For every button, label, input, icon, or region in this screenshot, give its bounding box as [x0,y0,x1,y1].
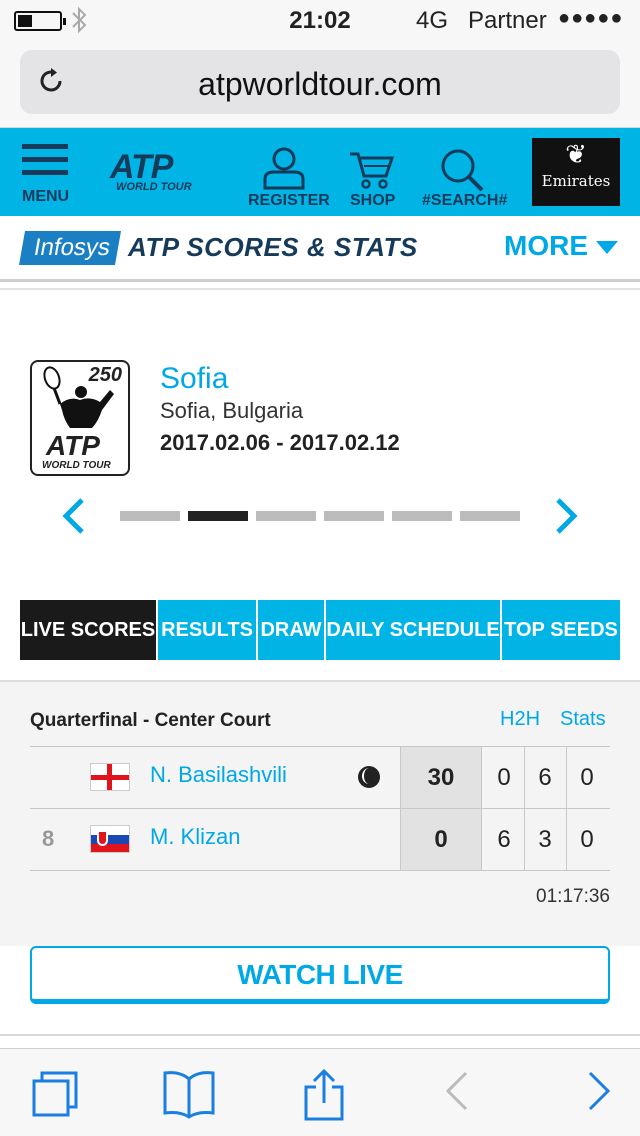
emirates-calligraphy-icon: ❦ [565,140,587,170]
watch-live-button[interactable]: WATCH LIVE [30,946,610,1004]
badge-atp: ATP [46,430,100,461]
tournament-badge: 250 ATP WORLD TOUR [30,360,130,476]
tab-daily-schedule[interactable]: DAILY SCHEDULE [326,600,500,660]
row-divider [30,870,610,871]
site-header: MENU ATP WORLD TOUR REGISTER SHOP #SEARC… [0,128,640,216]
atp-logo[interactable]: ATP WORLD TOUR [110,148,192,193]
divider [0,288,640,290]
menu-button[interactable]: MENU [22,188,69,206]
flag-georgia-icon [90,763,130,791]
tabs-icon[interactable] [30,1069,80,1124]
badge-sub: WORLD TOUR [42,460,111,471]
bookmarks-icon[interactable] [162,1069,216,1124]
match-duration: 01:17:36 [536,886,610,907]
set-score: 0 [497,764,511,791]
player-seed: 8 [42,826,55,851]
more-label: MORE [504,230,588,261]
tab-draw[interactable]: DRAW [258,600,324,660]
player-silhouette-icon [43,366,114,428]
shop-button[interactable]: SHOP [350,192,395,210]
network-type: 4G [416,7,449,34]
h2h-link[interactable]: H2H [500,708,540,731]
register-button[interactable]: REGISTER [248,192,330,210]
triangle-down-icon [596,241,618,255]
stats-link[interactable]: Stats [560,708,606,731]
carousel-dot[interactable] [324,511,384,521]
carousel-dot[interactable] [188,511,248,521]
tournament-dates: 2017.02.06 - 2017.02.12 [160,430,400,455]
watch-live-area: WATCH LIVE [0,946,640,1036]
infosys-logo: Infosys [19,231,122,265]
tab-top-seeds[interactable]: TOP SEEDS [502,600,620,660]
logo-sub-text: WORLD TOUR [116,181,192,193]
match-scorecard: Quarterfinal - Center Court H2H Stats N.… [0,680,640,946]
match-round: Quarterfinal - Center Court [30,710,271,731]
tournament-name[interactable]: Sofia [160,362,228,396]
tournament-location: Sofia, Bulgaria [160,398,304,423]
share-icon[interactable] [302,1068,346,1126]
browser-toolbar [0,1048,640,1136]
row-divider [30,808,610,809]
menu-icon[interactable] [22,144,68,183]
player-points: 0 [434,826,448,853]
tab-results[interactable]: RESULTS [158,600,256,660]
carrier-name: Partner [468,7,547,34]
row-divider [30,746,610,747]
set-score: 6 [497,826,511,853]
carousel-dot[interactable] [256,511,316,521]
player-name[interactable]: N. Basilashvili [150,762,287,788]
forward-icon[interactable] [586,1069,612,1118]
set-score: 0 [580,764,594,791]
carousel-dot[interactable] [120,511,180,521]
more-button[interactable]: MORE [504,230,618,262]
back-icon[interactable] [444,1069,470,1118]
status-bar: 21:02 4G Partner ●●●●● [0,0,640,40]
address-bar[interactable]: atpworldtour.com [20,50,620,114]
tennis-ball-icon [358,766,380,788]
set-score: 3 [538,826,552,853]
carousel-dot[interactable] [460,511,520,521]
scores-stats-title[interactable]: ATP SCORES & STATS [128,232,418,263]
flag-slovakia-icon [90,825,130,853]
player-points: 30 [427,764,455,791]
tab-live-scores[interactable]: LIVE SCORES [20,600,156,660]
search-button[interactable]: #SEARCH# [422,192,507,210]
search-icon[interactable] [440,148,484,197]
cart-icon[interactable] [348,150,395,195]
set-score: 0 [580,826,594,853]
browser-address-area: atpworldtour.com [0,40,640,128]
chevron-right-icon[interactable] [550,496,580,536]
sponsor-name: Emirates [541,172,611,190]
carousel-dot[interactable] [392,511,452,521]
player-name[interactable]: M. Klizan [150,824,240,850]
user-icon[interactable] [262,146,306,195]
set-score: 6 [538,764,552,791]
signal-strength-icon: ●●●●● [558,7,624,29]
url-text[interactable]: atpworldtour.com [20,66,620,103]
scores-stats-bar: Infosys ATP SCORES & STATS MORE [0,216,640,282]
sponsor-emirates-logo[interactable]: ❦ Emirates [532,138,620,206]
chevron-left-icon[interactable] [60,496,90,536]
